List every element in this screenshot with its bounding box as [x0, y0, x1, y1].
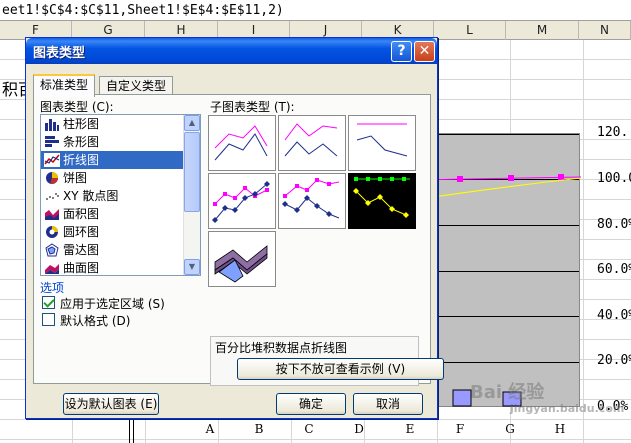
help-button[interactable]: ? [391, 41, 412, 62]
list-item-label: 面积图 [63, 207, 100, 221]
default-format-checkbox[interactable] [42, 313, 55, 326]
y-axis-tick-label: 60.0% [597, 262, 631, 277]
watermark-text: Bai 经验 [470, 382, 545, 403]
options-group: 选项 应用于选定区域 (S) 默认格式 (D) [40, 279, 201, 333]
series-marker [508, 175, 514, 181]
list-item-label: 条形图 [63, 135, 100, 149]
radar-chart-icon [45, 243, 59, 257]
line-subtype-icon [214, 125, 268, 161]
x-axis-tick-label: A [205, 422, 215, 436]
tab-panel-standard: 图表类型 (C): 子图表类型 (T): 柱形图 条形图 折线图 饼图 XY 散… [33, 94, 444, 386]
list-item-label: 折线图 [63, 153, 100, 167]
list-item-line[interactable]: 折线图 [41, 151, 200, 169]
chart-bar [452, 389, 472, 407]
subtype-grid [208, 115, 418, 290]
subtype-3d-line[interactable] [208, 231, 276, 287]
chart-type-dialog: 图表类型 ? ✕ 标准类型 自定义类型 图表类型 (C): 子图表类型 (T):… [25, 37, 444, 419]
pie-chart-icon [46, 172, 58, 184]
series-line-100 [413, 176, 581, 181]
line-chart-icon [44, 153, 60, 167]
list-item-label: 圆环图 [63, 225, 100, 239]
apply-to-selection-label[interactable]: 应用于选定区域 (S) [60, 295, 165, 312]
column-chart-icon [45, 119, 59, 131]
x-axis-tick-label: H [554, 422, 566, 436]
x-axis-tick-label: E [405, 422, 415, 436]
stacked-line-subtype-icon [284, 123, 338, 157]
stacked-line-markers-subtype-icon [282, 178, 340, 219]
default-format-label[interactable]: 默认格式 (D) [60, 312, 130, 329]
series-marker [457, 176, 463, 182]
series-line-secondary [413, 177, 581, 201]
ok-button[interactable]: 确定 [276, 393, 346, 415]
column-header[interactable]: M [506, 21, 579, 40]
scroll-thumb[interactable] [184, 132, 200, 212]
subtype-percent-stacked-line-markers[interactable] [348, 173, 416, 229]
surface-chart-icon [45, 264, 59, 274]
chart-type-label: 图表类型 (C): [40, 100, 114, 114]
list-item-scatter[interactable]: XY 散点图 [41, 187, 200, 205]
column-header[interactable]: L [434, 21, 506, 40]
list-item-column[interactable]: 柱形图 [41, 115, 200, 133]
percent-stacked-line-markers-subtype-icon [350, 175, 414, 227]
x-axis-tick-label: G [505, 422, 515, 436]
set-default-chart-button[interactable]: 设为默认图表 (E) [63, 393, 159, 415]
column-header[interactable]: N [579, 21, 631, 40]
scroll-up-icon[interactable]: ▲ [184, 115, 200, 131]
chart-type-list[interactable]: 柱形图 条形图 折线图 饼图 XY 散点图 面积图 圆环图 雷达图 曲面图 ▲ … [40, 114, 201, 276]
y-axis-tick-label: 20.0% [597, 353, 631, 368]
options-title: 选项 [40, 281, 65, 295]
list-item-area[interactable]: 面积图 [41, 205, 200, 223]
x-axis-tick-label: B [254, 422, 264, 436]
y-axis-tick-label: 40.0% [597, 308, 631, 323]
percent-stacked-line-subtype-icon [356, 123, 408, 157]
list-scrollbar[interactable]: ▲ ▼ [183, 115, 200, 275]
doughnut-chart-icon [46, 226, 58, 238]
watermark-url: jingyan.baidu.com [510, 402, 625, 415]
dialog-titlebar[interactable]: 图表类型 ? ✕ [26, 38, 437, 64]
list-item-label: 饼图 [63, 171, 88, 185]
tab-custom-types[interactable]: 自定义类型 [99, 76, 174, 96]
list-item-label: 曲面图 [63, 261, 100, 275]
x-axis-tick-label: C [304, 422, 314, 436]
scroll-down-icon[interactable]: ▼ [184, 259, 200, 275]
area-chart-icon [45, 209, 59, 220]
baidu-watermark: Bai 经验 jingyan.baidu.com [470, 378, 624, 415]
list-item-bar[interactable]: 条形图 [41, 133, 200, 151]
list-item-doughnut[interactable]: 圆环图 [41, 223, 200, 241]
list-item-label: 柱形图 [63, 117, 100, 131]
subtype-percent-stacked-line[interactable] [348, 115, 416, 171]
subtype-label: 子图表类型 (T): [210, 100, 295, 114]
y-axis-tick-label: 120. [597, 125, 629, 140]
subtype-line-markers[interactable] [208, 173, 276, 229]
y-axis-tick-label: 100.0 [597, 171, 631, 186]
list-item-pie[interactable]: 饼图 [41, 169, 200, 187]
list-item-label: XY 散点图 [63, 189, 119, 203]
dialog-title: 图表类型 [33, 46, 86, 61]
list-item-label: 雷达图 [63, 243, 100, 257]
tab-standard-types[interactable]: 标准类型 [33, 74, 96, 97]
scatter-chart-icon [46, 193, 59, 200]
formula-bar[interactable]: eet1!$C$4:$C$11,Sheet1!$E$4:$E$11,2) [0, 0, 631, 21]
subtype-stacked-line-markers[interactable] [278, 173, 346, 229]
preview-sample-button[interactable]: 按下不放可查看示例 (V) [237, 358, 444, 380]
subtype-line[interactable] [208, 115, 276, 171]
list-item-surface[interactable]: 曲面图 [41, 259, 200, 275]
series-marker [558, 174, 564, 180]
apply-to-selection-checkbox[interactable] [42, 296, 55, 309]
cancel-button[interactable]: 取消 [353, 393, 423, 415]
list-item-radar[interactable]: 雷达图 [41, 241, 200, 259]
bar-chart-icon [45, 136, 59, 147]
line-markers-subtype-icon [212, 181, 270, 223]
x-axis-tick-label: F [455, 422, 465, 436]
close-button[interactable]: ✕ [414, 41, 435, 62]
x-axis-tick-label: D [354, 422, 364, 436]
subtype-stacked-line[interactable] [278, 115, 346, 171]
y-axis-tick-label: 80.0% [597, 217, 631, 232]
3d-line-subtype-icon [214, 245, 268, 283]
